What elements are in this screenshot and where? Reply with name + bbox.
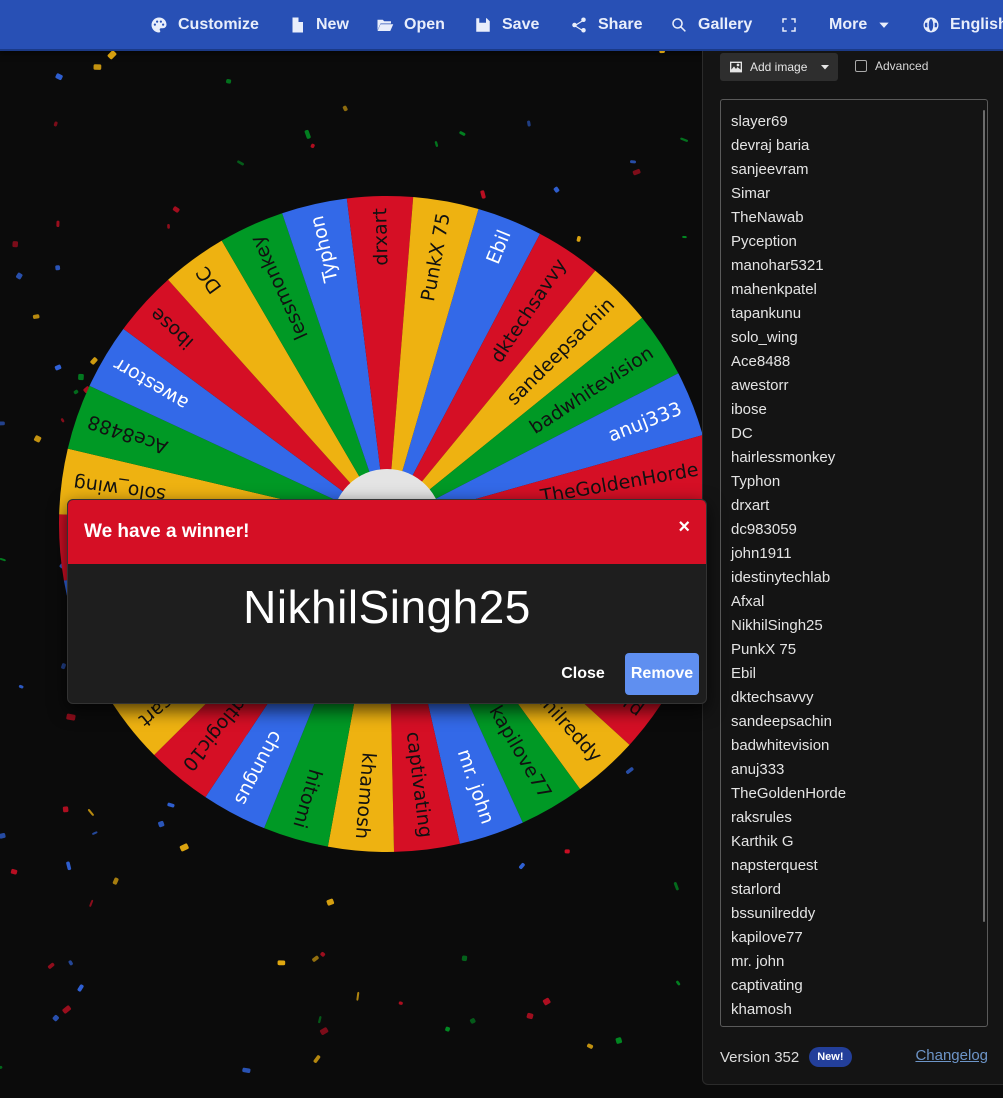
- entry-item: anuj333: [731, 761, 785, 778]
- more-button[interactable]: More: [829, 0, 891, 49]
- wheel-slice-label: drxart: [369, 208, 392, 266]
- toolbar: Customize New Open Save Share Gallery Mo…: [0, 0, 1003, 51]
- entry-item: captivating: [731, 977, 803, 994]
- entry-item: Simar: [731, 185, 771, 202]
- entry-item: dc983059: [731, 521, 797, 538]
- folder-open-icon: [377, 19, 394, 31]
- entry-item: john1911: [731, 545, 792, 562]
- entries-scrollbar[interactable]: [983, 110, 985, 922]
- winner-dialog-title: We have a winner!: [84, 521, 250, 542]
- entry-item: raksrules: [731, 809, 792, 826]
- globe-icon: [923, 17, 939, 32]
- entry-item: Karthik G: [731, 833, 794, 850]
- palette-icon: [151, 17, 167, 32]
- save-label: Save: [502, 15, 540, 33]
- entry-item: Ebil: [731, 665, 757, 682]
- entry-item: sandeepsachin: [731, 713, 832, 730]
- share-icon: [572, 17, 586, 32]
- caret-down-icon: [821, 65, 830, 70]
- language-button[interactable]: English: [922, 0, 1003, 49]
- save-icon: [476, 17, 490, 32]
- entry-item: khamosh: [731, 1001, 792, 1018]
- entry-item: idestinytechlab: [731, 569, 831, 586]
- entry-item: kapilove77: [731, 929, 803, 946]
- language-label: English: [950, 15, 1003, 33]
- customize-label: Customize: [178, 15, 259, 33]
- entry-item: slayer69: [731, 113, 788, 130]
- entry-item: Typhon: [731, 473, 781, 490]
- add-image-label: Add image: [750, 60, 808, 74]
- entry-item: tapankunu: [731, 305, 802, 322]
- winner-dialog: We have a winner! × NikhilSingh25 Close …: [67, 499, 707, 704]
- gallery-label: Gallery: [698, 15, 753, 33]
- entry-item: starlord: [731, 881, 782, 898]
- advanced-toggle[interactable]: Advanced: [855, 59, 928, 73]
- entries-textarea[interactable]: slayer69 devraj baria sanjeevram Simar TheNa…: [720, 99, 988, 1027]
- entry-item: TheGoldenHorde: [731, 785, 847, 802]
- image-icon: [730, 61, 742, 73]
- save-button[interactable]: Save: [474, 0, 539, 49]
- entry-item: mr. john: [731, 953, 785, 970]
- share-label: Share: [598, 15, 643, 33]
- entry-item: Afxal: [731, 593, 765, 610]
- advanced-label: Advanced: [875, 59, 929, 73]
- entry-item: badwhitevision: [731, 737, 830, 754]
- close-button[interactable]: Close: [552, 654, 614, 694]
- advanced-checkbox[interactable]: [855, 60, 867, 72]
- customize-button[interactable]: Customize: [150, 0, 259, 49]
- changelog-link[interactable]: Changelog: [915, 1047, 988, 1064]
- entry-item: manohar5321: [731, 257, 824, 274]
- entry-item: sanjeevram: [731, 161, 809, 178]
- more-label: More: [829, 15, 868, 33]
- entry-item: Pyception: [731, 233, 797, 250]
- entry-item: solo_wing: [731, 329, 798, 346]
- close-icon[interactable]: ×: [678, 516, 690, 539]
- entry-item: DC: [731, 425, 753, 442]
- entry-item: dktechsavvy: [731, 689, 814, 706]
- entry-item: PunkX 75: [731, 641, 797, 658]
- new-button[interactable]: New: [288, 0, 349, 49]
- new-badge: New!: [809, 1047, 852, 1067]
- share-button[interactable]: Share: [570, 0, 642, 49]
- version-info: Version 352 New!: [720, 1047, 852, 1067]
- entry-item: devraj baria: [731, 137, 810, 154]
- entry-item: Ace8488: [731, 353, 791, 370]
- file-icon: [292, 17, 303, 32]
- entries-list: slayer69 devraj baria sanjeevram Simar TheNa…: [731, 110, 846, 1022]
- entry-item: drxart: [731, 497, 770, 514]
- winner-dialog-header: We have a winner! ×: [68, 500, 706, 564]
- entry-item: hairlessmonkey: [731, 449, 836, 466]
- entry-item: NikhilSingh25: [731, 617, 823, 634]
- search-icon: [672, 17, 686, 32]
- caret-down-icon: [879, 22, 889, 28]
- entries-panel: Add image Advanced slayer69 devraj baria s…: [702, 51, 1003, 1085]
- fullscreen-button[interactable]: [780, 0, 798, 49]
- entry-item: mahenkpatel: [731, 281, 817, 298]
- new-label: New: [316, 15, 349, 33]
- version-label: Version 352: [720, 1048, 800, 1066]
- remove-button[interactable]: Remove: [625, 653, 699, 695]
- entry-item: napsterquest: [731, 857, 818, 874]
- winner-name: NikhilSingh25: [243, 581, 531, 633]
- entry-item: bssunilreddy: [731, 905, 816, 922]
- fullscreen-icon: [782, 17, 796, 32]
- open-button[interactable]: Open: [376, 0, 445, 49]
- entry-item: ibose: [731, 401, 767, 418]
- add-image-button[interactable]: Add image: [720, 53, 838, 81]
- open-label: Open: [404, 15, 445, 33]
- entry-item: TheNawab: [731, 209, 804, 226]
- gallery-button[interactable]: Gallery: [670, 0, 752, 49]
- entry-item: awestorr: [731, 377, 789, 394]
